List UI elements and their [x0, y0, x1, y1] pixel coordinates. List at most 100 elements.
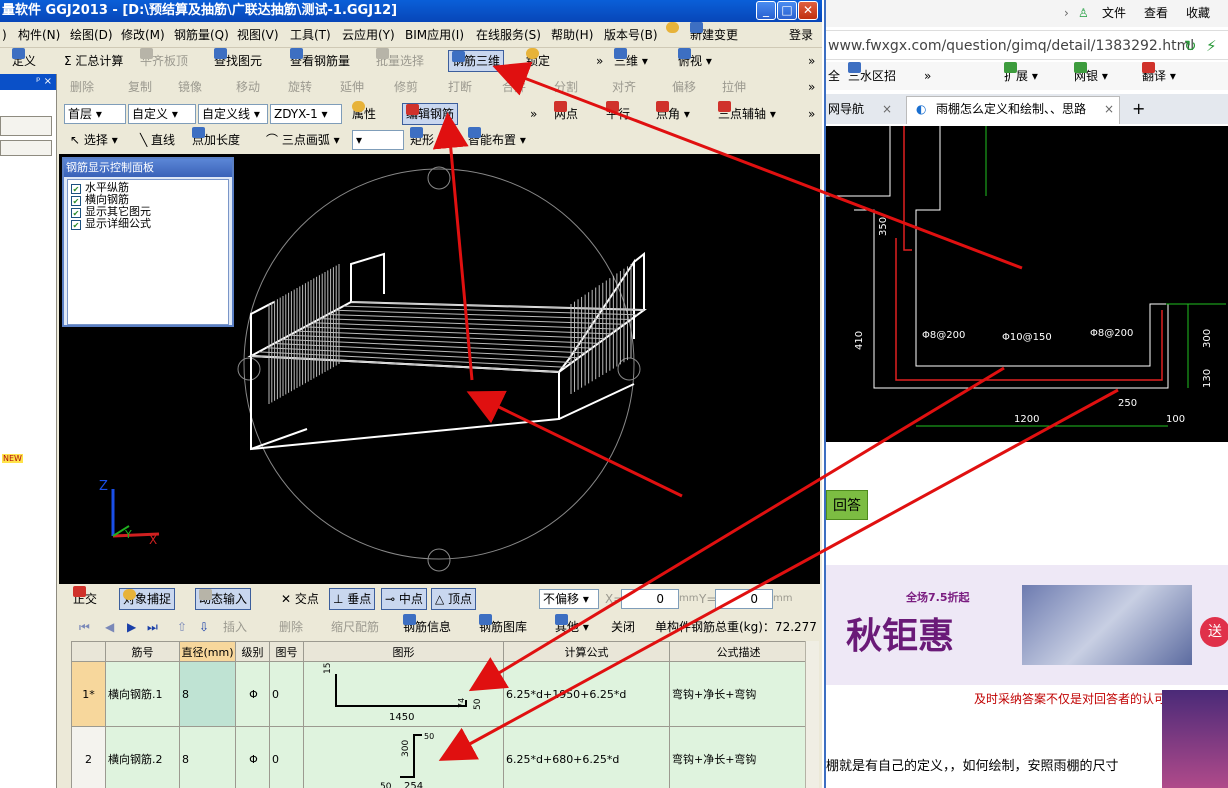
point-angle-button[interactable]: 点角 ▾ [656, 101, 690, 127]
cell-diameter[interactable]: 8 [179, 726, 236, 788]
insert-button[interactable]: 插入 [223, 614, 247, 641]
properties-button[interactable]: 属性 [352, 101, 376, 127]
edit-rebar-button[interactable]: 编辑钢筋 [402, 103, 459, 125]
move-up-icon[interactable]: ⇧ [177, 614, 187, 641]
cell-name[interactable]: 横向钢筋.1 [105, 661, 180, 727]
tab-question[interactable]: 雨棚怎么定义和绘制、、思路 [936, 94, 1086, 124]
cell-grade[interactable]: Φ [235, 726, 270, 788]
ad-banner[interactable]: 全场7.5折起 秋钜惠 送 [826, 565, 1228, 685]
stretch-button[interactable]: 拉伸 [722, 74, 746, 101]
dynamic-input-toggle[interactable]: 动态输入 [195, 588, 252, 610]
refresh-icon[interactable]: ↻ [1184, 31, 1197, 61]
close-grid-button[interactable]: 关闭 [611, 614, 635, 641]
fav-item[interactable]: 三水区招 [848, 62, 896, 90]
cell-shape[interactable]: 1450 150 50 74 [303, 657, 504, 727]
address-bar[interactable]: www.fwxgx.com/question/gimq/detail/13832… [826, 30, 1228, 60]
smart-layout-button[interactable]: 智能布置 ▾ [468, 127, 526, 154]
overflow-chevron-icon[interactable]: » [808, 101, 815, 127]
menu-online[interactable]: 在线服务(S) [476, 22, 541, 48]
copy-button[interactable]: 复制 [128, 74, 152, 101]
summary-button[interactable]: Σ 汇总计算 [64, 48, 123, 74]
move-button[interactable]: 移动 [236, 74, 260, 101]
point-length-button[interactable]: 点加长度 [192, 127, 240, 154]
define-button[interactable]: 定义 [12, 48, 36, 74]
row-number[interactable]: 1* [71, 661, 106, 727]
mirror-button[interactable]: 镜像 [178, 74, 202, 101]
midpoint-snap[interactable]: ⊸ 中点 [381, 588, 427, 610]
break-button[interactable]: 打断 [448, 74, 472, 101]
overflow-chevron-icon[interactable]: » [808, 74, 815, 101]
snap-toggle[interactable]: 对象捕捉 [119, 588, 176, 610]
col-header-name[interactable]: 筋号 [105, 641, 180, 662]
user-icon[interactable]: ♙ [1078, 0, 1089, 27]
col-header-desc[interactable]: 公式描述 [669, 641, 808, 662]
split-button[interactable]: 分割 [554, 74, 578, 101]
rebar-3d-button[interactable]: 钢筋三维 [448, 50, 505, 72]
nav-first-icon[interactable]: ⏮ [79, 614, 90, 641]
url-text[interactable]: www.fwxgx.com/question/gimq/detail/13832… [828, 31, 1194, 61]
cell-formula[interactable]: 6.25*d+1950+6.25*d [503, 661, 670, 727]
delete-button[interactable]: 删除 [70, 74, 94, 101]
view-mode-dropdown[interactable]: 俯视 ▾ [678, 48, 712, 74]
find-element-button[interactable]: 查找图元 [214, 48, 262, 74]
nav-next-icon[interactable]: ▶ [127, 614, 136, 641]
side-ad-image[interactable] [1162, 690, 1228, 788]
custom-select[interactable]: 自定义 ▾ [128, 104, 196, 124]
fav-more[interactable]: » [924, 62, 931, 90]
minimize-button[interactable]: _ [756, 1, 776, 20]
fav-item[interactable]: 全 [828, 62, 840, 90]
menu-tools[interactable]: 工具(T) [290, 22, 331, 48]
two-points-button[interactable]: 两点 [554, 101, 578, 127]
menu-modify[interactable]: 修改(M) [121, 22, 165, 48]
cell-shape[interactable]: 254 300 50 50 [303, 726, 504, 788]
rebar-library-button[interactable]: 钢筋图库 [479, 614, 527, 641]
translate-button[interactable]: 翻译 ▾ [1142, 62, 1176, 90]
menu-file[interactable]: 文件 [1102, 0, 1126, 27]
overflow-chevron-icon[interactable]: » [530, 101, 537, 127]
login-button[interactable]: 登录 [789, 22, 813, 48]
menu-draw[interactable]: 绘图(D) [70, 22, 113, 48]
parallel-button[interactable]: 平行 [606, 101, 630, 127]
col-header-formula[interactable]: 计算公式 [503, 641, 670, 662]
maximize-button[interactable]: □ [777, 1, 797, 20]
custom-line-select[interactable]: 自定义线 ▾ [198, 104, 268, 124]
left-panel-input[interactable] [0, 116, 52, 136]
extend-button[interactable]: 延伸 [340, 74, 364, 101]
merge-button[interactable]: 合并 [502, 74, 526, 101]
menu-bim[interactable]: BIM应用(I) [405, 22, 464, 48]
three-point-aux-button[interactable]: 三点辅轴 ▾ [718, 101, 776, 127]
menu-help[interactable]: 帮助(H) [551, 22, 593, 48]
checkbox-detailed-formula[interactable]: ✔ 显示详细公式 [71, 218, 151, 230]
menu-favorites[interactable]: 收藏 [1186, 0, 1210, 27]
pin-icon[interactable]: ᵖ × [0, 74, 56, 90]
left-panel-input[interactable] [0, 140, 52, 156]
vertex-snap[interactable]: △ 顶点 [431, 588, 477, 610]
nav-prev-icon[interactable]: ◀ [105, 614, 114, 641]
nav-last-icon[interactable]: ⏭ [147, 614, 158, 641]
delete-row-button[interactable]: 删除 [279, 614, 303, 641]
three-point-arc-button[interactable]: ⌒ 三点画弧 ▾ [266, 127, 340, 154]
cell-name[interactable]: 横向钢筋.2 [105, 726, 180, 788]
table-row[interactable]: 2 横向钢筋.2 8 Φ 0 254 300 50 50 6.25*d+680+… [71, 726, 808, 788]
extensions-button[interactable]: 扩展 ▾ [1004, 62, 1038, 90]
cell-formula[interactable]: 6.25*d+680+6.25*d [503, 726, 670, 788]
new-tab-button[interactable]: + [1132, 94, 1145, 124]
view-rebar-qty-button[interactable]: 查看钢筋量 [290, 48, 350, 74]
menu-cloud[interactable]: 云应用(Y) [342, 22, 395, 48]
cell-grade[interactable]: Φ [235, 661, 270, 727]
x-input[interactable]: 0 [621, 589, 679, 609]
menu-version[interactable]: 版本号(B) [604, 22, 658, 48]
move-down-icon[interactable]: ⇩ [199, 614, 209, 641]
trim-button[interactable]: 修剪 [394, 74, 418, 101]
bank-button[interactable]: 网银 ▾ [1074, 62, 1108, 90]
col-header-diameter[interactable]: 直径(mm) [179, 641, 236, 662]
cell-fig[interactable]: 0 [269, 726, 304, 788]
lightning-icon[interactable]: ⚡ [1206, 31, 1217, 61]
batch-select-button[interactable]: 批量选择 [376, 48, 424, 74]
menu-view[interactable]: 查看 [1144, 0, 1168, 27]
intersection-snap[interactable]: ✕ 交点 [281, 586, 319, 612]
menu-rebar-qty[interactable]: 钢筋量(Q) [174, 22, 229, 48]
cell-diameter[interactable]: 8 [179, 661, 236, 727]
overflow-chevron-icon[interactable]: » [808, 48, 815, 74]
three-d-dropdown[interactable]: 三维 ▾ [614, 48, 648, 74]
